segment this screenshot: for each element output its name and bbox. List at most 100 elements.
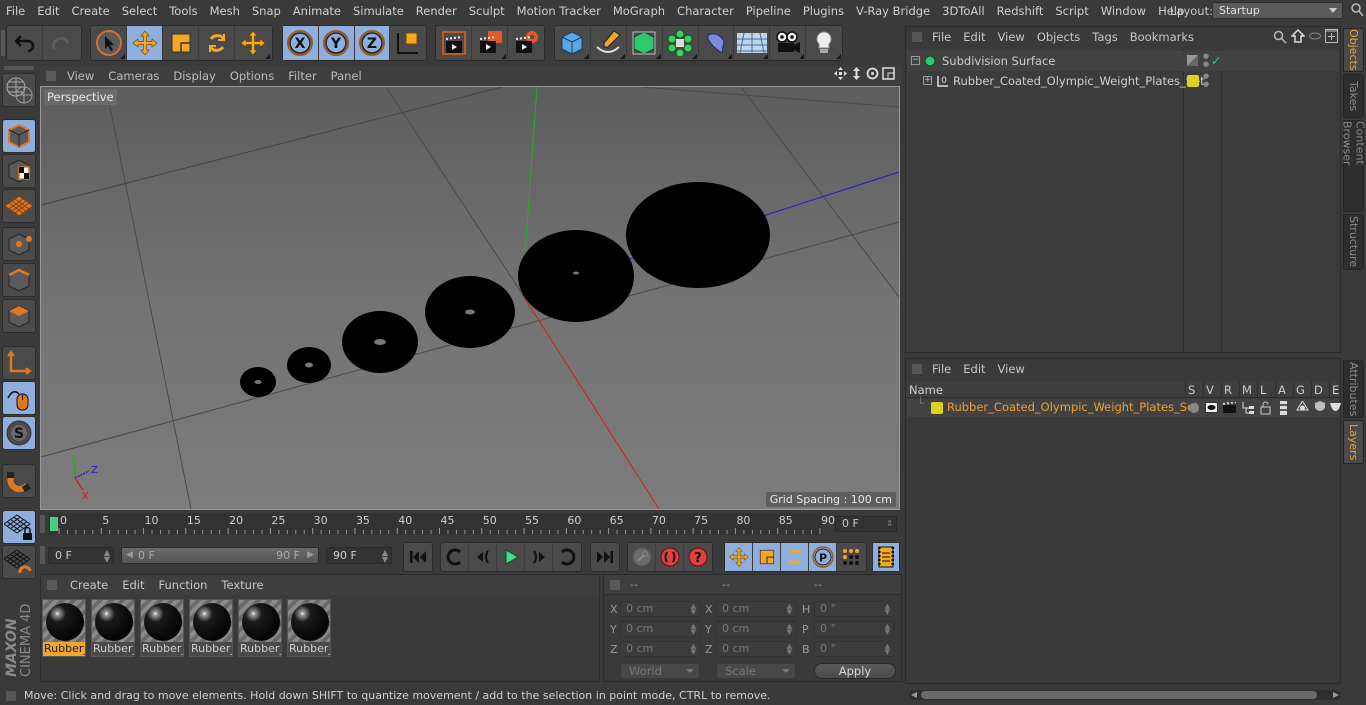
horizontal-scrollbar[interactable] <box>909 690 1341 700</box>
go-to-start-button[interactable] <box>404 543 432 571</box>
y-axis-lock-button[interactable]: Y <box>318 26 355 60</box>
layer-swatch-empty[interactable] <box>1187 55 1198 66</box>
search-icon[interactable] <box>1273 30 1287 44</box>
eye-icon[interactable] <box>1309 31 1321 41</box>
autokeying-button[interactable] <box>656 543 684 571</box>
live-selection-button[interactable] <box>91 26 127 60</box>
column-expressions[interactable]: E <box>1329 382 1341 398</box>
current-frame-marker[interactable] <box>50 517 58 531</box>
record-rotation-button[interactable] <box>781 543 809 571</box>
viewport-menu-cameras[interactable]: Cameras <box>101 69 166 83</box>
visibility-dots[interactable]: ● ● <box>1203 72 1209 88</box>
weight-plate[interactable] <box>518 230 634 322</box>
objects-menu-view[interactable]: View <box>992 30 1031 44</box>
viewport-menu-filter[interactable]: Filter <box>281 69 323 83</box>
menu-script[interactable]: Script <box>1049 4 1094 18</box>
x-axis-lock-button[interactable]: X <box>283 26 319 60</box>
rotate-view-icon[interactable] <box>866 67 879 80</box>
column-lock[interactable]: L <box>1257 382 1275 398</box>
tab-content-browser[interactable]: Content Browser <box>1341 120 1366 212</box>
record-parameter-button[interactable]: P <box>809 543 837 571</box>
cloner-button[interactable] <box>663 26 699 60</box>
render-settings-button[interactable] <box>508 26 544 60</box>
object-manager-grip[interactable] <box>912 32 922 42</box>
next-frame-button[interactable] <box>525 543 553 571</box>
weight-plate[interactable] <box>626 182 770 288</box>
record-scale-button[interactable] <box>753 543 781 571</box>
search-icon[interactable] <box>1350 3 1364 17</box>
weight-plate[interactable] <box>240 367 276 397</box>
viewport-menu-view[interactable]: View <box>60 69 101 83</box>
column-animation[interactable]: A <box>1275 382 1293 398</box>
tweak-mode-button[interactable] <box>2 381 36 415</box>
render-view-button[interactable] <box>436 26 472 60</box>
column-manager[interactable]: M <box>1239 382 1257 398</box>
column-view[interactable]: V <box>1203 382 1221 398</box>
menu-plugins[interactable]: Plugins <box>797 4 850 18</box>
start-frame-field[interactable]: 0 F ▲ ▼ <box>48 547 114 564</box>
objects-menu-objects[interactable]: Objects <box>1031 30 1086 44</box>
menu-character[interactable]: Character <box>671 4 740 18</box>
maximize-view-icon[interactable] <box>882 67 895 80</box>
manager-toggle-icon[interactable] <box>1241 401 1255 415</box>
layer-color-swatch[interactable] <box>1187 75 1199 87</box>
timeline-grip[interactable] <box>40 515 45 533</box>
transport-grip[interactable] <box>40 546 45 564</box>
subdivision-surface-button[interactable] <box>627 26 663 60</box>
size-x-field[interactable]: 0 cm ▲ ▼ <box>716 601 796 617</box>
weight-plate[interactable] <box>287 347 331 383</box>
pos-x-field[interactable]: 0 cm ▲ ▼ <box>620 601 700 617</box>
edges-mode-button[interactable] <box>2 263 36 297</box>
size-mode-select[interactable]: Scale <box>716 663 796 679</box>
rot-h-field[interactable]: 0 ° ▲ ▼ <box>814 601 894 617</box>
make-editable-button[interactable] <box>2 73 36 107</box>
solo-toggle-icon[interactable] <box>1189 403 1199 413</box>
texture-mode-button[interactable] <box>2 154 36 188</box>
column-solo[interactable]: S <box>1185 382 1203 398</box>
dolly-view-icon[interactable] <box>850 67 863 80</box>
points-mode-button[interactable] <box>2 227 36 261</box>
camera-button[interactable] <box>770 26 807 60</box>
tab-attributes[interactable]: Attributes <box>1343 360 1364 418</box>
deformer-button[interactable] <box>699 26 735 60</box>
layer-manager-grip[interactable] <box>912 364 922 374</box>
layout-select[interactable]: Startup <box>1212 2 1343 19</box>
record-position-button[interactable] <box>725 543 753 571</box>
menu-tools[interactable]: Tools <box>163 4 203 18</box>
weight-plate[interactable] <box>425 276 515 348</box>
current-frame-field[interactable]: 0 F ⇕ <box>835 516 897 532</box>
pos-y-field[interactable]: 0 cm ▲ ▼ <box>620 621 700 637</box>
rotate-button[interactable] <box>199 26 235 60</box>
coordinate-system-button[interactable] <box>390 26 426 60</box>
size-y-field[interactable]: 0 cm ▲ ▼ <box>716 621 796 637</box>
menu-file[interactable]: File <box>0 4 31 18</box>
tab-objects[interactable]: Objects <box>1343 28 1364 72</box>
viewport-menu-options[interactable]: Options <box>223 69 281 83</box>
perspective-viewport[interactable]: Y Z X Perspective Grid Spacing : 100 cm <box>40 86 900 510</box>
objects-menu-edit[interactable]: Edit <box>957 30 991 44</box>
enabled-check-icon[interactable]: ✓ <box>1211 51 1221 71</box>
timeline-button[interactable] <box>873 543 899 571</box>
collapse-icon[interactable]: − <box>911 56 920 65</box>
camera-label[interactable]: Perspective <box>44 89 117 105</box>
material-grip[interactable] <box>47 580 57 590</box>
locked-workplane-button[interactable] <box>2 510 36 544</box>
material-swatch[interactable]: Rubber_ <box>287 599 331 657</box>
pan-view-icon[interactable] <box>834 67 847 80</box>
generators-toggle-icon[interactable] <box>1296 401 1309 414</box>
material-menu-function[interactable]: Function <box>152 578 215 592</box>
menu-animate[interactable]: Animate <box>287 4 347 18</box>
layers-menu-edit[interactable]: Edit <box>957 362 991 376</box>
end-frame-field[interactable]: 90 F ▲ ▼ <box>326 547 392 564</box>
new-panel-icon[interactable] <box>1325 29 1338 43</box>
viewport-menu-panel[interactable]: Panel <box>324 69 369 83</box>
animation-toggle-icon[interactable] <box>1280 401 1287 415</box>
axis-mode-button[interactable] <box>2 346 36 380</box>
home-icon[interactable] <box>1291 29 1305 43</box>
recent-tool-button[interactable] <box>235 26 271 60</box>
material-swatch[interactable]: Rubber_ <box>238 599 282 657</box>
layer-name[interactable]: Rubber_Coated_Olympic_Weight_Plates_Set <box>947 400 1199 414</box>
render-toggle-icon[interactable] <box>1223 402 1236 413</box>
objects-menu-tags[interactable]: Tags <box>1086 30 1123 44</box>
menu-pipeline[interactable]: Pipeline <box>740 4 797 18</box>
